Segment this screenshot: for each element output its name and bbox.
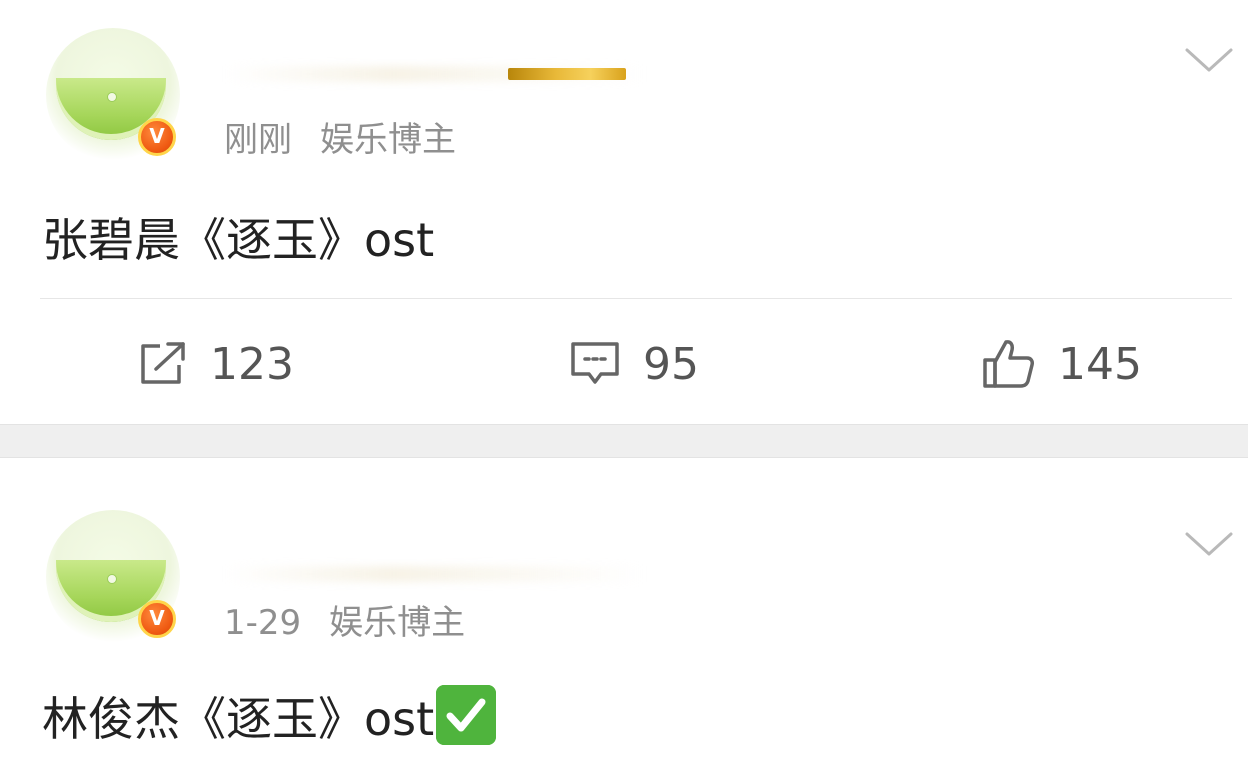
post-time: 刚刚 xyxy=(224,120,292,160)
comment-count: 95 xyxy=(643,338,699,390)
post-meta: 1-29 娱乐博主 xyxy=(224,595,465,644)
post-meta: 刚刚 娱乐博主 xyxy=(224,112,456,161)
melon-seed xyxy=(107,574,117,584)
avatar[interactable]: V xyxy=(46,510,180,644)
share-icon xyxy=(141,342,185,384)
melon-seed xyxy=(107,92,117,102)
comment-icon xyxy=(571,342,619,384)
repost-count: 123 xyxy=(210,338,294,390)
feed-separator xyxy=(0,424,1248,458)
post-time: 1-29 xyxy=(224,603,302,643)
repost-button[interactable]: 123 xyxy=(138,336,294,392)
feed-post[interactable]: V 1-29 娱乐博主 林俊杰《逐玉》ost xyxy=(0,458,1248,779)
avatar[interactable]: V xyxy=(46,28,180,162)
check-mark-icon xyxy=(436,685,497,745)
chevron-down-icon[interactable] xyxy=(1184,528,1234,558)
post-category: 娱乐博主 xyxy=(320,120,456,160)
post-content[interactable]: 林俊杰《逐玉》ost xyxy=(42,683,497,749)
member-badge-icon xyxy=(508,68,626,80)
post-text: 林俊杰《逐玉》ost xyxy=(42,692,435,746)
comment-button[interactable]: 95 xyxy=(569,336,699,392)
post-content[interactable]: 张碧晨《逐玉》ost xyxy=(42,204,434,270)
verified-v-icon: V xyxy=(138,118,176,156)
verified-v-icon: V xyxy=(138,600,176,638)
username-redacted[interactable] xyxy=(225,566,645,582)
chevron-down-icon[interactable] xyxy=(1184,44,1234,74)
feed-post[interactable]: V 刚刚 娱乐博主 张碧晨《逐玉》ost 123 95 145 xyxy=(0,0,1248,424)
divider xyxy=(40,298,1232,299)
post-category: 娱乐博主 xyxy=(329,603,466,643)
like-count: 145 xyxy=(1058,338,1142,390)
weibo-feed: V 刚刚 娱乐博主 张碧晨《逐玉》ost 123 95 145 V 1-29 娱… xyxy=(0,0,1248,779)
like-button[interactable]: 145 xyxy=(982,336,1142,392)
thumbs-up-icon xyxy=(983,340,1034,388)
